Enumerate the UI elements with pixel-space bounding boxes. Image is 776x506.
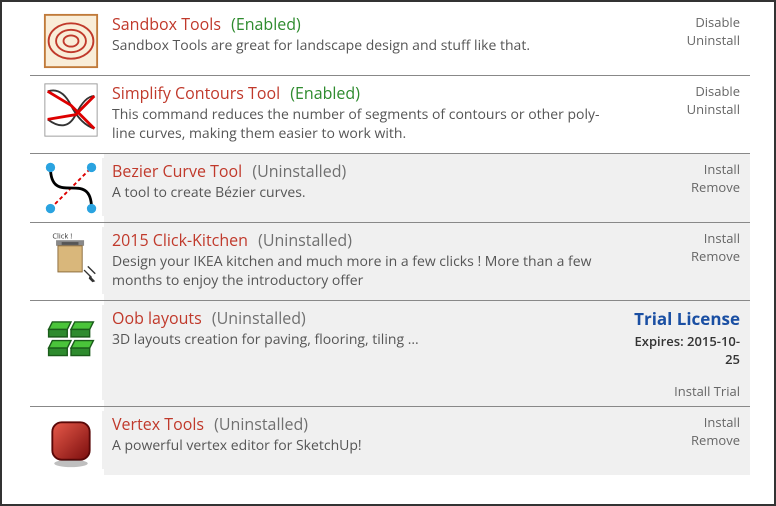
bezier-icon xyxy=(40,158,102,216)
extension-description: Sandbox Tools are great for landscape de… xyxy=(112,36,614,55)
extension-status: (Enabled) xyxy=(290,82,360,104)
uninstall-button[interactable]: Uninstall xyxy=(620,100,740,118)
extension-title[interactable]: Oob layouts xyxy=(112,307,202,329)
extension-actions: InstallRemove xyxy=(620,411,740,469)
extension-body: Simplify Contours Tool (Enabled)This com… xyxy=(102,80,620,147)
disable-button[interactable]: Disable xyxy=(620,82,740,100)
extension-body: Vertex Tools (Uninstalled)A powerful ver… xyxy=(102,411,620,469)
install-trial-button[interactable]: Install Trial xyxy=(620,382,740,400)
vertex-icon xyxy=(40,411,102,469)
remove-button[interactable]: Remove xyxy=(620,247,740,265)
sandbox-icon xyxy=(40,11,102,69)
title-line: Simplify Contours Tool (Enabled) xyxy=(112,82,614,104)
extension-status: (Enabled) xyxy=(231,13,301,35)
extension-description: A tool to create Bézier curves. xyxy=(112,183,614,202)
extension-actions: InstallRemove xyxy=(620,158,740,216)
extension-description: This command reduces the number of segme… xyxy=(112,105,614,143)
extension-title[interactable]: Sandbox Tools xyxy=(112,13,221,35)
extension-status: (Uninstalled) xyxy=(258,229,352,251)
trial-license-label: Trial License xyxy=(620,307,740,330)
extension-status: (Uninstalled) xyxy=(214,413,308,435)
title-line: Sandbox Tools (Enabled) xyxy=(112,13,614,35)
extension-actions: DisableUninstall xyxy=(620,80,740,147)
oob-icon xyxy=(40,305,102,400)
extension-description: Design your IKEA kitchen and much more i… xyxy=(112,252,614,290)
extension-status: (Uninstalled) xyxy=(252,160,346,182)
uninstall-button[interactable]: Uninstall xyxy=(620,31,740,49)
title-line: Bezier Curve Tool (Uninstalled) xyxy=(112,160,614,182)
extension-title[interactable]: Vertex Tools xyxy=(112,413,204,435)
extension-row: Sandbox Tools (Enabled)Sandbox Tools are… xyxy=(30,7,750,76)
extension-row: Click ! 2015 Click-Kitchen (Uninstalled)D… xyxy=(30,223,750,301)
svg-text:Click !: Click ! xyxy=(52,231,72,241)
extension-actions: DisableUninstall xyxy=(620,11,740,69)
title-line: Oob layouts (Uninstalled) xyxy=(112,307,614,329)
extension-row: Simplify Contours Tool (Enabled)This com… xyxy=(30,76,750,154)
extension-body: Oob layouts (Uninstalled)3D layouts crea… xyxy=(102,305,620,400)
extension-list: Sandbox Tools (Enabled)Sandbox Tools are… xyxy=(2,2,774,475)
extension-title[interactable]: Bezier Curve Tool xyxy=(112,160,242,182)
title-line: Vertex Tools (Uninstalled) xyxy=(112,413,614,435)
extension-title[interactable]: 2015 Click-Kitchen xyxy=(112,229,248,251)
install-button[interactable]: Install xyxy=(620,413,740,431)
extension-description: 3D layouts creation for paving, flooring… xyxy=(112,330,614,349)
extension-actions: InstallRemove xyxy=(620,227,740,294)
remove-button[interactable]: Remove xyxy=(620,431,740,449)
trial-expires: Expires: 2015-10-25 xyxy=(620,332,740,368)
extension-manager: Sandbox Tools (Enabled)Sandbox Tools are… xyxy=(0,0,776,506)
extension-row: Vertex Tools (Uninstalled)A powerful ver… xyxy=(30,407,750,475)
extension-row: Oob layouts (Uninstalled)3D layouts crea… xyxy=(30,301,750,407)
extension-body: Bezier Curve Tool (Uninstalled)A tool to… xyxy=(102,158,620,216)
kitchen-icon: Click ! xyxy=(40,227,102,294)
extension-status: (Uninstalled) xyxy=(212,307,306,329)
extension-body: Sandbox Tools (Enabled)Sandbox Tools are… xyxy=(102,11,620,69)
extension-actions: Trial LicenseExpires: 2015-10-25 Install … xyxy=(620,305,740,400)
extension-body: 2015 Click-Kitchen (Uninstalled)Design y… xyxy=(102,227,620,294)
simplify-icon xyxy=(40,80,102,147)
extension-description: A powerful vertex editor for SketchUp! xyxy=(112,436,614,455)
disable-button[interactable]: Disable xyxy=(620,13,740,31)
remove-button[interactable]: Remove xyxy=(620,178,740,196)
extension-title[interactable]: Simplify Contours Tool xyxy=(112,82,280,104)
install-button[interactable]: Install xyxy=(620,160,740,178)
title-line: 2015 Click-Kitchen (Uninstalled) xyxy=(112,229,614,251)
extension-row: Bezier Curve Tool (Uninstalled)A tool to… xyxy=(30,154,750,223)
install-button[interactable]: Install xyxy=(620,229,740,247)
